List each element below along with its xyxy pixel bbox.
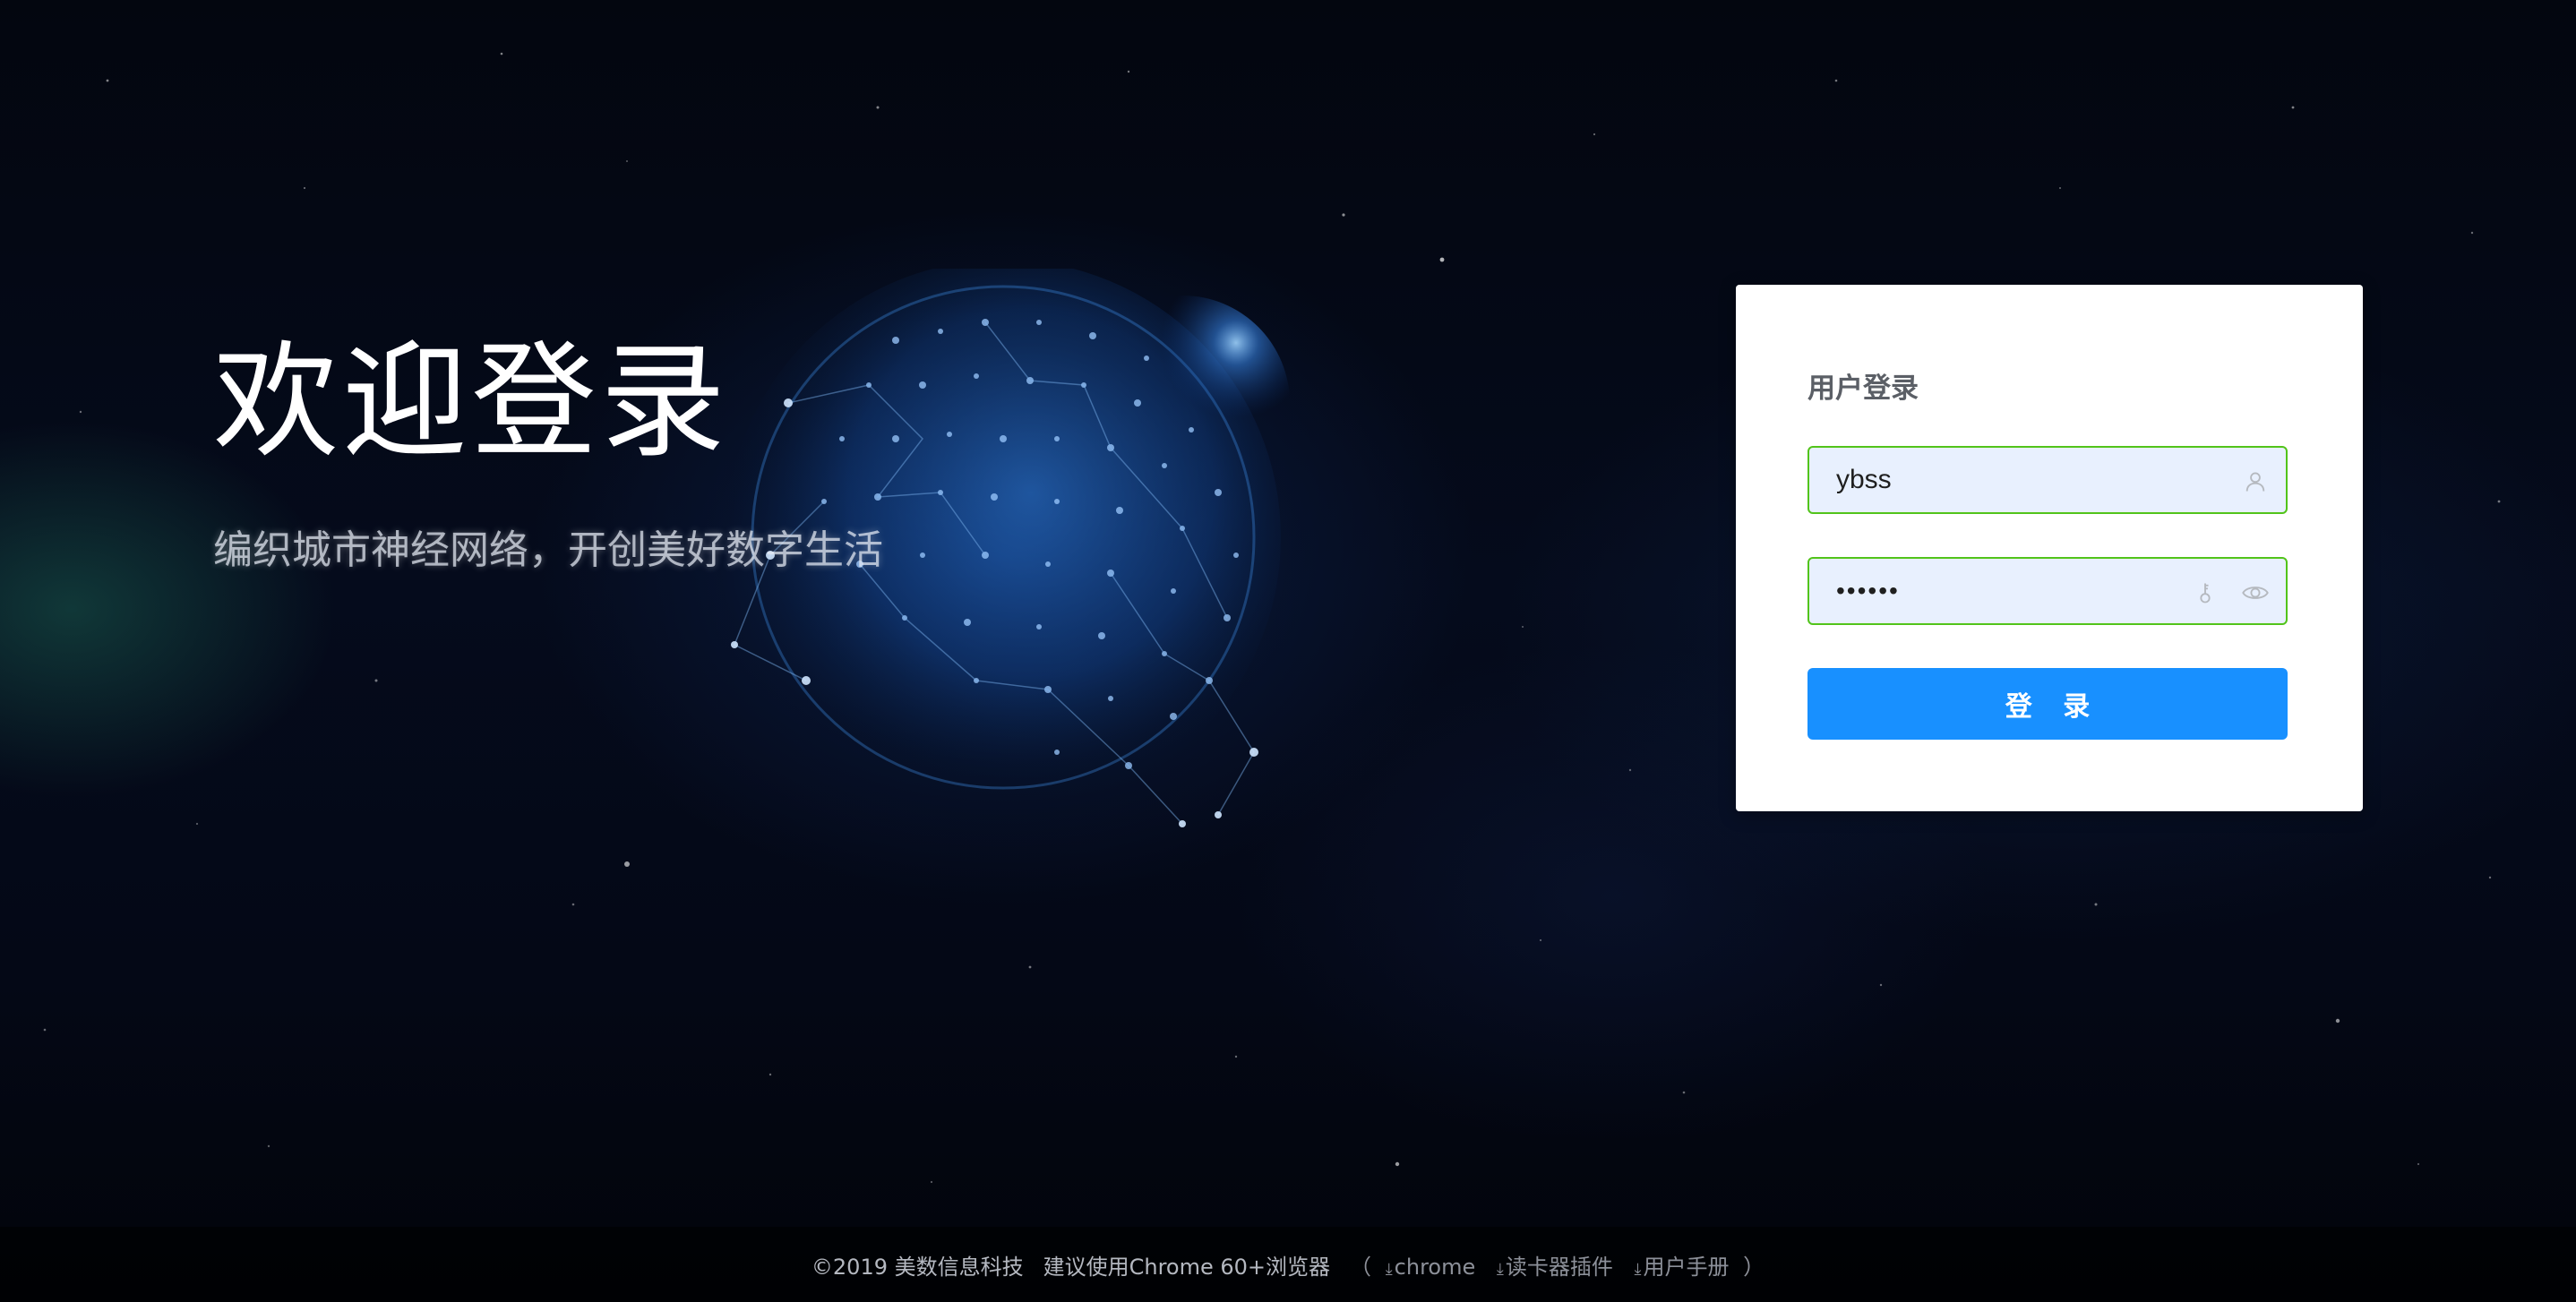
chrome-download-link[interactable]: ⤓chrome — [1386, 1255, 1482, 1280]
welcome-title: 欢迎登录 — [213, 330, 730, 475]
footer: ©2019 美数信息科技 建议使用Chrome 60+浏览器 （ ⤓chrome… — [0, 1227, 2576, 1302]
footer-links: （ ⤓chrome ⤓读卡器插件 ⤓用户手册 ） — [1350, 1249, 1765, 1281]
eye-icon[interactable] — [2241, 580, 2270, 605]
footer-open-paren: （ — [1350, 1254, 1372, 1280]
user-manual-link[interactable]: ⤓用户手册 — [1634, 1255, 1736, 1280]
login-title: 用户登录 — [1807, 373, 1919, 405]
download-icon: ⤓ — [1496, 1259, 1504, 1279]
footer-copyright: ©2019 美数信息科技 — [811, 1254, 1024, 1280]
key-icon — [2200, 583, 2211, 604]
welcome-slogan: 编织城市神经网络，开创美好数字生活 — [213, 527, 883, 573]
login-page: 欢迎登录 编织城市神经网络，开创美好数字生活 用户登录 登 录 ©2019 美数… — [0, 0, 2576, 1302]
footer-close-paren: ） — [1743, 1254, 1765, 1280]
card-reader-plugin-label: 读卡器插件 — [1505, 1254, 1613, 1280]
card-reader-plugin-link[interactable]: ⤓读卡器插件 — [1497, 1255, 1620, 1280]
login-card: 用户登录 登 录 — [1736, 285, 2363, 811]
user-manual-label: 用户手册 — [1643, 1254, 1730, 1280]
user-icon — [2245, 472, 2265, 492]
username-field[interactable] — [1807, 446, 2288, 514]
password-field[interactable] — [1807, 557, 2288, 625]
download-icon: ⤓ — [1385, 1259, 1393, 1279]
username-input[interactable] — [1836, 448, 2177, 512]
footer-browser-hint: 建议使用Chrome 60+浏览器 — [1043, 1254, 1331, 1280]
download-icon: ⤓ — [1634, 1259, 1642, 1279]
chrome-link-label: chrome — [1394, 1254, 1476, 1280]
login-button[interactable]: 登 录 — [1807, 668, 2288, 740]
password-input[interactable] — [1836, 559, 2177, 623]
